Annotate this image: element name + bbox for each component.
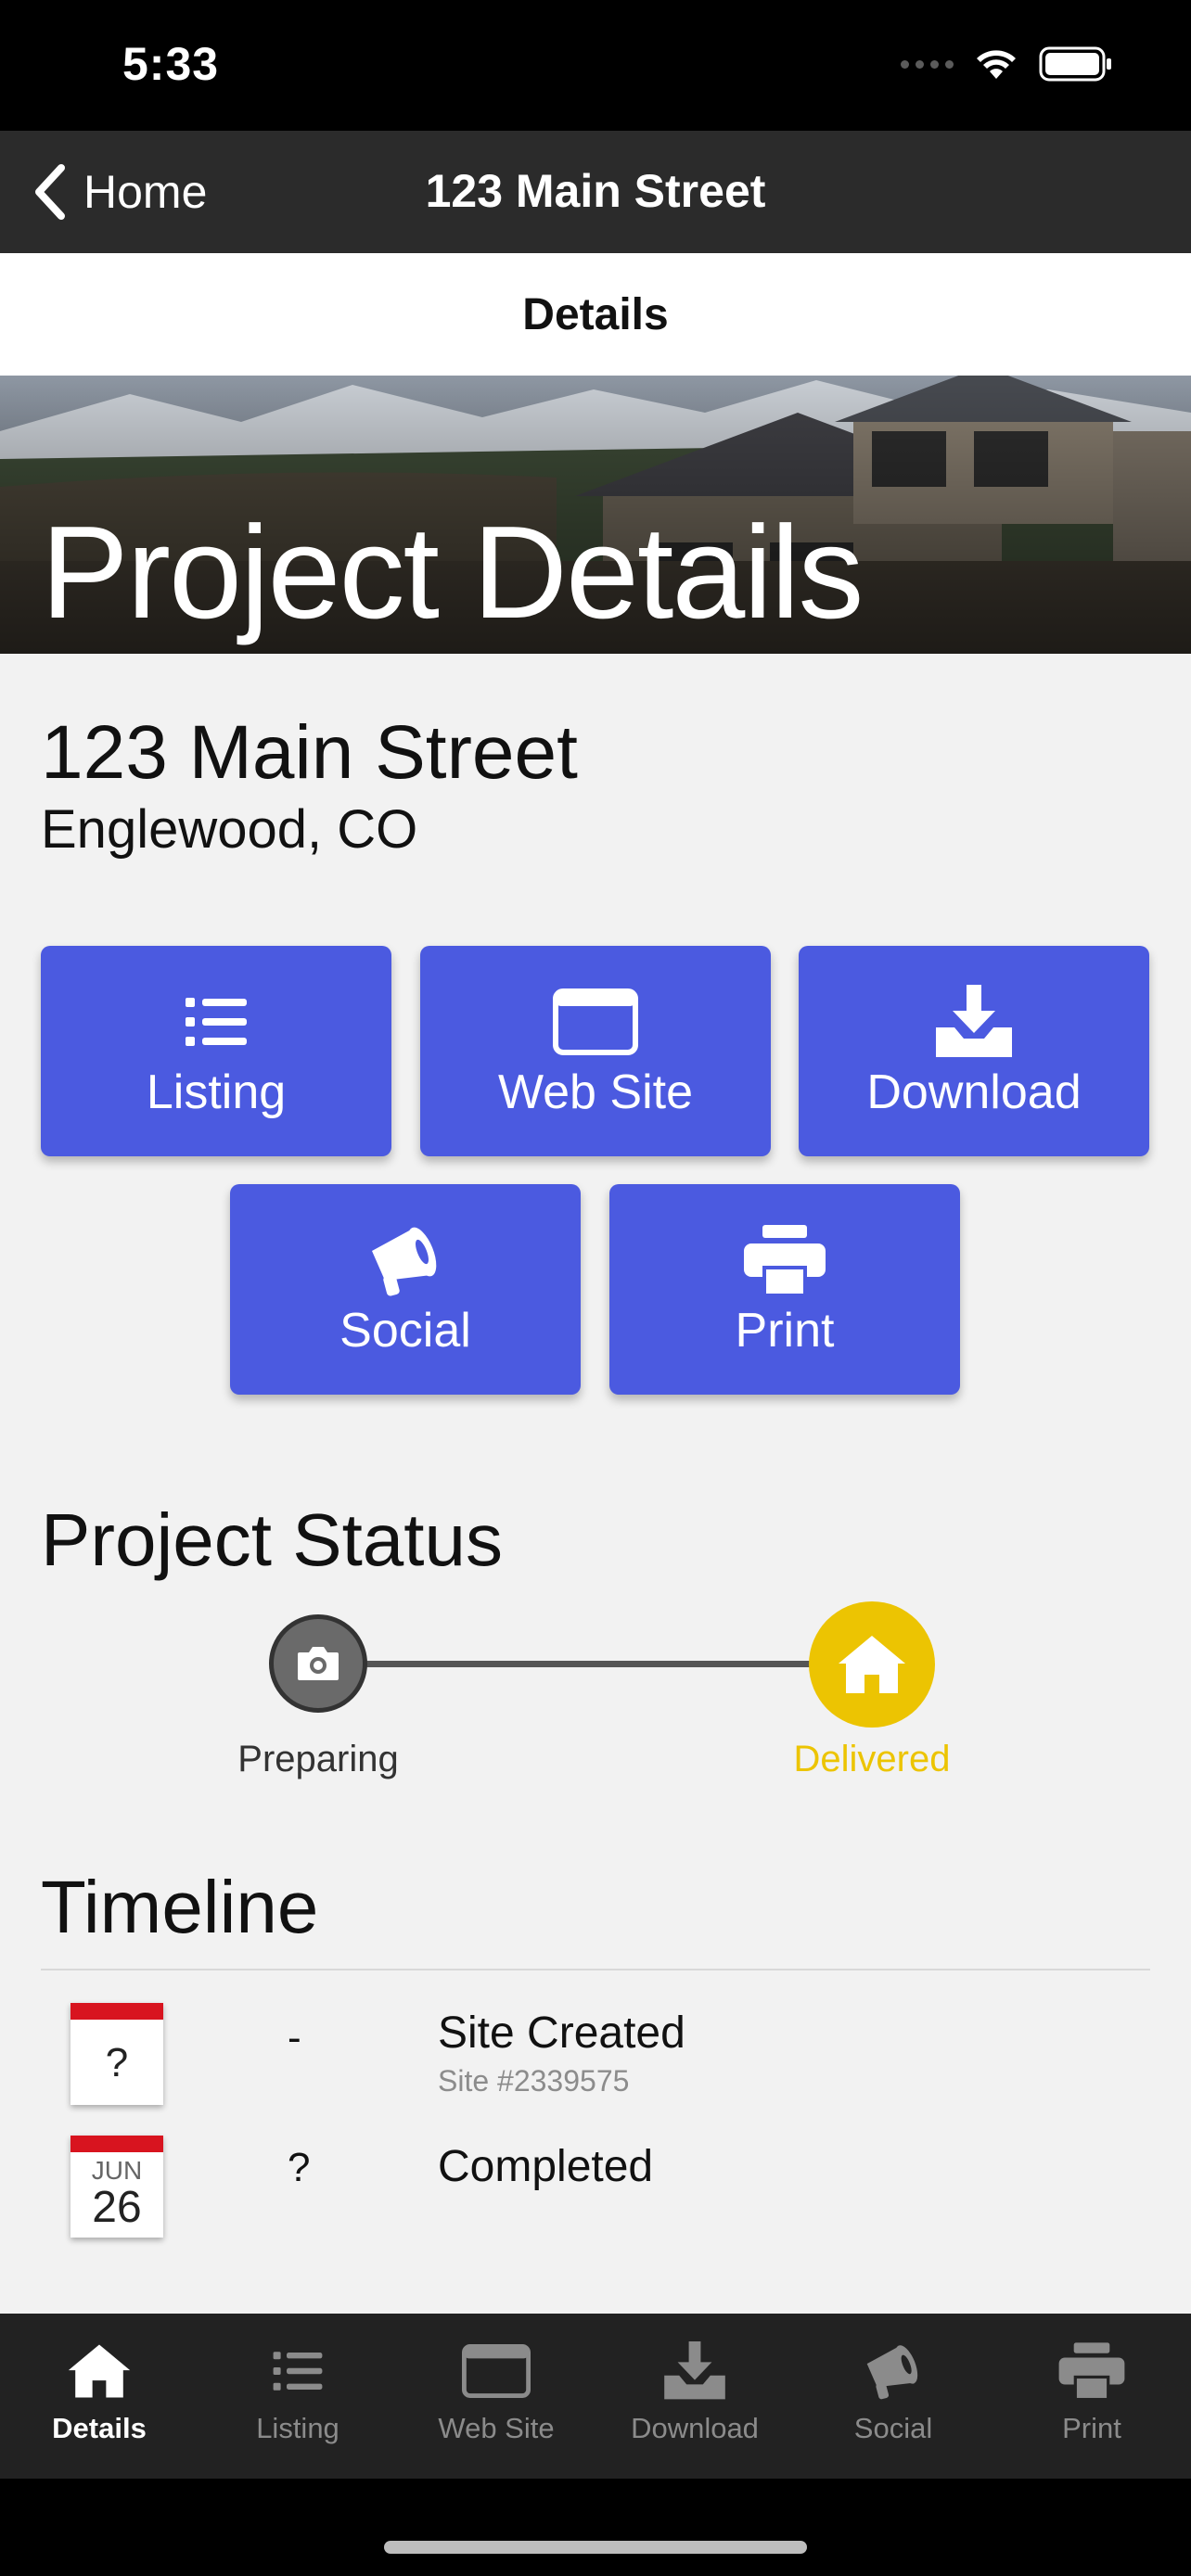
project-status-title: Project Status	[41, 1498, 504, 1581]
hero-title: Project Details	[41, 499, 864, 646]
browser-window-icon	[553, 985, 638, 1059]
tab-website[interactable]: Web Site	[397, 2314, 596, 2479]
website-button[interactable]: Web Site	[420, 946, 771, 1156]
tab-listing[interactable]: Listing	[198, 2314, 397, 2479]
tab-details-label: Details	[52, 2412, 147, 2444]
back-button[interactable]: Home	[33, 159, 207, 225]
tab-download[interactable]: Download	[596, 2314, 794, 2479]
calendar-month: JUN	[91, 2156, 143, 2185]
home-icon	[67, 2338, 132, 2404]
timeline-divider	[41, 1969, 1150, 1970]
timeline-item-title: Completed	[438, 2142, 654, 2191]
timeline-item-title: Site Created	[438, 2009, 685, 2058]
social-button[interactable]: Social	[230, 1184, 581, 1395]
preparing-label: Preparing	[237, 1739, 399, 1779]
tab-details[interactable]: Details	[0, 2314, 198, 2479]
home-indicator[interactable]	[384, 2541, 807, 2554]
printer-icon	[742, 1223, 827, 1297]
section-header-label: Details	[522, 289, 669, 339]
tab-bar: Details Listing Web Site Download Social…	[0, 2314, 1191, 2479]
download-button[interactable]: Download	[799, 946, 1149, 1156]
preparing-step	[269, 1614, 367, 1713]
property-address: 123 Main Street	[41, 710, 578, 795]
hero-banner: Project Details	[0, 376, 1191, 654]
print-button-label: Print	[735, 1304, 835, 1358]
home-indicator-area	[0, 2479, 1191, 2576]
list-icon	[272, 2338, 324, 2404]
back-button-label: Home	[83, 166, 208, 218]
printer-icon	[1057, 2338, 1126, 2404]
wifi-icon	[977, 50, 1016, 79]
delivered-step	[809, 1601, 935, 1728]
main-content: 123 Main Street Englewood, CO Listing We…	[0, 654, 1191, 2314]
listing-button-label: Listing	[146, 1065, 287, 1119]
download-icon	[932, 985, 1016, 1059]
tab-listing-label: Listing	[256, 2412, 339, 2444]
navigation-bar: Home 123 Main Street	[0, 131, 1191, 253]
download-icon	[661, 2338, 728, 2404]
website-button-label: Web Site	[497, 1065, 694, 1119]
tab-print-label: Print	[1062, 2412, 1121, 2444]
tab-print[interactable]: Print	[992, 2314, 1191, 2479]
tab-website-label: Web Site	[438, 2412, 555, 2444]
cellular-signal-icon	[901, 59, 954, 69]
megaphone-icon	[366, 1223, 444, 1297]
status-time: 5:33	[122, 38, 220, 90]
status-progress-line	[315, 1661, 872, 1667]
property-city: Englewood, CO	[41, 799, 418, 860]
delivered-label: Delivered	[793, 1739, 951, 1779]
tab-social[interactable]: Social	[794, 2314, 992, 2479]
status-bar: 5:33	[0, 0, 1191, 131]
home-icon	[839, 1636, 905, 1693]
download-button-label: Download	[866, 1065, 1082, 1119]
camera-icon	[298, 1647, 339, 1680]
status-icons	[901, 46, 1113, 82]
list-icon	[184, 985, 249, 1059]
timeline-title: Timeline	[41, 1866, 319, 1948]
social-button-label: Social	[339, 1304, 471, 1358]
timeline-item-subtitle: Site #2339575	[438, 2064, 630, 2098]
calendar-icon: JUN 26	[70, 2136, 163, 2238]
tab-social-label: Social	[853, 2412, 933, 2444]
browser-window-icon	[462, 2338, 531, 2404]
chevron-left-icon	[35, 164, 65, 220]
tab-download-label: Download	[631, 2412, 759, 2444]
timeline-status: -	[288, 2015, 301, 2060]
calendar-unknown-date: ?	[105, 2040, 129, 2085]
timeline-status: ?	[288, 2145, 311, 2190]
megaphone-icon	[863, 2338, 924, 2404]
section-header: Details	[0, 253, 1191, 376]
battery-icon	[1039, 46, 1111, 82]
calendar-day: 26	[92, 2183, 142, 2232]
calendar-icon: ?	[70, 2003, 163, 2105]
listing-button[interactable]: Listing	[41, 946, 391, 1156]
print-button[interactable]: Print	[609, 1184, 960, 1395]
